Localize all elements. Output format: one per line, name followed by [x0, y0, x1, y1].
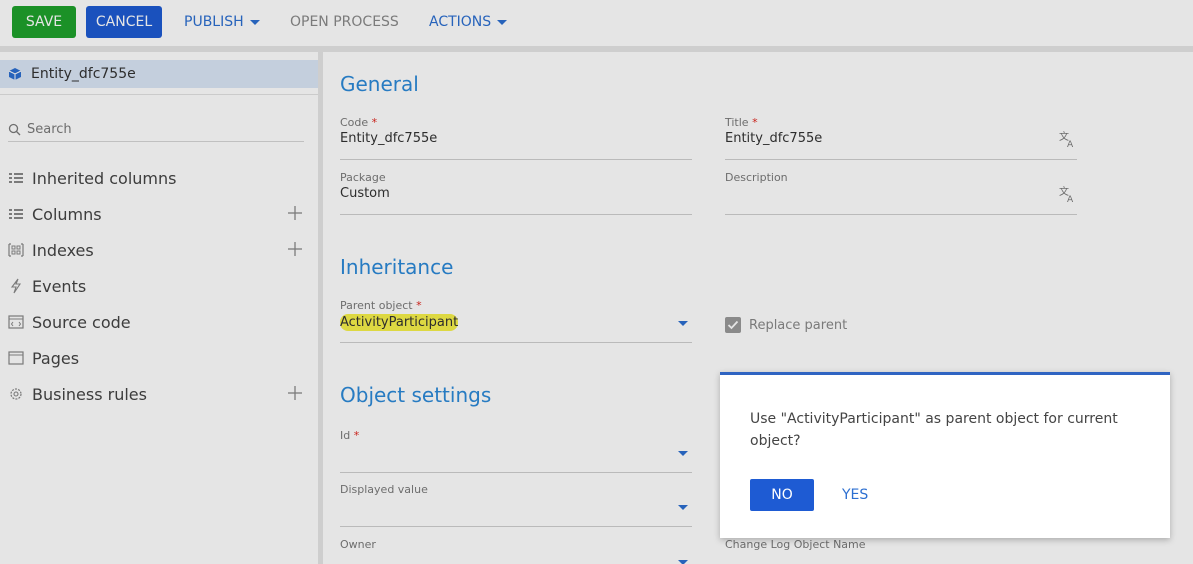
confirm-dialog: Use "ActivityParticipant" as parent obje…: [720, 372, 1170, 538]
dialog-message: Use "ActivityParticipant" as parent obje…: [750, 411, 1118, 449]
no-button[interactable]: NO: [750, 479, 814, 511]
yes-button[interactable]: YES: [842, 479, 868, 511]
